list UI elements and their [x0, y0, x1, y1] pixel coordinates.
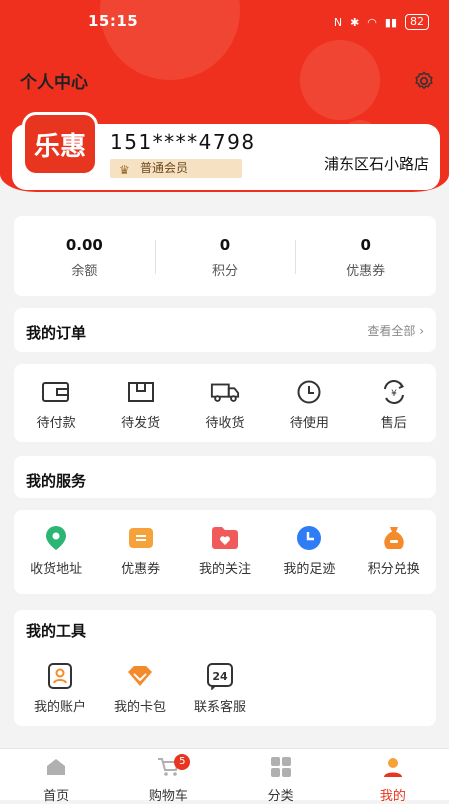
bluetooth-icon: ✱ — [350, 15, 360, 29]
order-pending-payment[interactable]: 待付款 — [16, 378, 96, 431]
nfc-icon: N — [333, 15, 343, 29]
refund-icon: ¥ — [383, 380, 404, 404]
tab-cart[interactable]: 5 购物车 — [112, 749, 224, 804]
avatar[interactable]: 乐惠 — [22, 112, 98, 176]
stat-label: 积分 — [212, 264, 239, 279]
order-item-label: 待发货 — [121, 416, 161, 431]
tab-mine[interactable]: 我的 — [337, 749, 449, 804]
package-icon — [127, 382, 154, 402]
tab-home[interactable]: 首页 — [0, 749, 112, 804]
tools-card: 我的工具 我的账户 我的卡包 24 联系客服 — [14, 610, 436, 726]
service-points-exchange[interactable]: 积分兑换 — [354, 524, 434, 577]
profile-icon — [383, 758, 402, 777]
cart-count-badge: 5 — [174, 754, 191, 770]
signal-icon: ▮▮ — [384, 15, 397, 29]
page-title: 个人中心 — [20, 73, 88, 93]
tools-title: 我的工具 — [26, 622, 87, 640]
tab-label: 购物车 — [148, 789, 188, 804]
stat-value: 0.00 — [65, 236, 103, 254]
battery-indicator: 82 — [405, 14, 429, 30]
stats-card: 0.00 余额 0 积分 0 优惠券 — [14, 216, 436, 296]
avatar-logo-text: 乐惠 — [33, 131, 86, 162]
tab-label: 我的 — [379, 789, 406, 804]
history-icon — [297, 526, 322, 550]
orders-header: 我的订单 查看全部 › — [14, 308, 436, 352]
order-item-label: 待使用 — [289, 416, 329, 431]
wallet-icon — [42, 382, 70, 402]
truck-icon — [210, 383, 240, 402]
decor-bubble — [300, 40, 380, 120]
order-pending-receipt[interactable]: 待收货 — [185, 378, 265, 431]
service-follows[interactable]: 我的关注 — [185, 524, 265, 577]
member-level: 普通会员 — [140, 161, 189, 175]
orders-card: 待付款 待发货 待收货 待使用 ¥ 售后 — [14, 364, 436, 442]
chevron-right-icon: › — [419, 324, 424, 338]
tool-account[interactable]: 我的账户 — [20, 662, 100, 715]
stat-value: 0 — [360, 236, 371, 254]
account-icon — [48, 663, 72, 689]
tab-label: 首页 — [43, 789, 70, 804]
service-item-label: 收货地址 — [30, 562, 83, 577]
view-all-orders-link[interactable]: 查看全部 › — [367, 322, 424, 339]
order-item-label: 待收货 — [205, 416, 245, 431]
tab-category[interactable]: 分类 — [225, 749, 337, 804]
tool-item-label: 我的卡包 — [113, 700, 166, 715]
service-item-label: 优惠券 — [121, 562, 161, 577]
stat-label: 优惠券 — [346, 264, 386, 279]
status-bar: 15:15 N ✱ ◠ ▮▮ 82 — [0, 12, 449, 34]
order-item-label: 待付款 — [36, 416, 76, 431]
service-item-label: 积分兑换 — [367, 562, 420, 577]
order-pending-use[interactable]: 待使用 — [269, 378, 349, 431]
store-name[interactable]: 浦东区石小路店 — [324, 153, 429, 174]
service-coupons[interactable]: 优惠券 — [101, 524, 181, 577]
stat-value: 0 — [219, 236, 231, 254]
clock-icon — [297, 380, 321, 404]
services-header: 我的服务 — [14, 456, 436, 498]
stat-coupons[interactable]: 0 优惠券 — [295, 216, 436, 296]
location-icon — [46, 526, 67, 550]
user-phone: 151****4798 — [110, 130, 256, 154]
tool-item-label: 联系客服 — [193, 700, 246, 715]
stat-balance[interactable]: 0.00 余额 — [14, 216, 155, 296]
tool-item-label: 我的账户 — [33, 700, 86, 715]
services-card: 收货地址 优惠券 我的关注 我的足迹 积分兑换 — [14, 510, 436, 594]
service-24-icon: 24 — [207, 663, 233, 690]
bottom-tab-bar: 首页 5 购物车 分类 我的 — [0, 748, 449, 804]
stat-label: 余额 — [71, 264, 98, 279]
status-icons: N ✱ ◠ ▮▮ 82 — [334, 14, 429, 30]
tool-card-pack[interactable]: 我的卡包 — [100, 662, 180, 715]
service-item-label: 我的关注 — [198, 562, 251, 577]
service-24-label: 24 — [212, 670, 228, 683]
wifi-icon: ◠ — [367, 15, 377, 29]
card-pack-icon — [128, 666, 152, 686]
svg-text:¥: ¥ — [391, 389, 397, 399]
heart-folder-icon — [211, 527, 238, 549]
service-footprints[interactable]: 我的足迹 — [269, 524, 349, 577]
home-icon — [47, 759, 66, 775]
stat-points[interactable]: 0 积分 — [154, 216, 296, 296]
service-address[interactable]: 收货地址 — [16, 524, 96, 577]
crown-icon: ♛ — [119, 163, 130, 177]
settings-gear-icon[interactable] — [413, 70, 435, 92]
tab-label: 分类 — [267, 789, 294, 804]
member-badge: ♛ 普通会员 — [110, 159, 242, 178]
view-all-label: 查看全部 — [367, 324, 416, 338]
status-time: 15:15 — [88, 12, 139, 30]
tool-customer-service[interactable]: 24 联系客服 — [180, 662, 260, 715]
services-title: 我的服务 — [26, 472, 87, 490]
order-after-sales[interactable]: ¥ 售后 — [354, 378, 434, 431]
coupon-icon — [128, 528, 153, 548]
money-bag-icon — [384, 527, 404, 550]
category-icon — [270, 757, 291, 777]
service-item-label: 我的足迹 — [283, 562, 336, 577]
order-pending-shipment[interactable]: 待发货 — [101, 378, 181, 431]
order-item-label: 售后 — [380, 416, 407, 431]
